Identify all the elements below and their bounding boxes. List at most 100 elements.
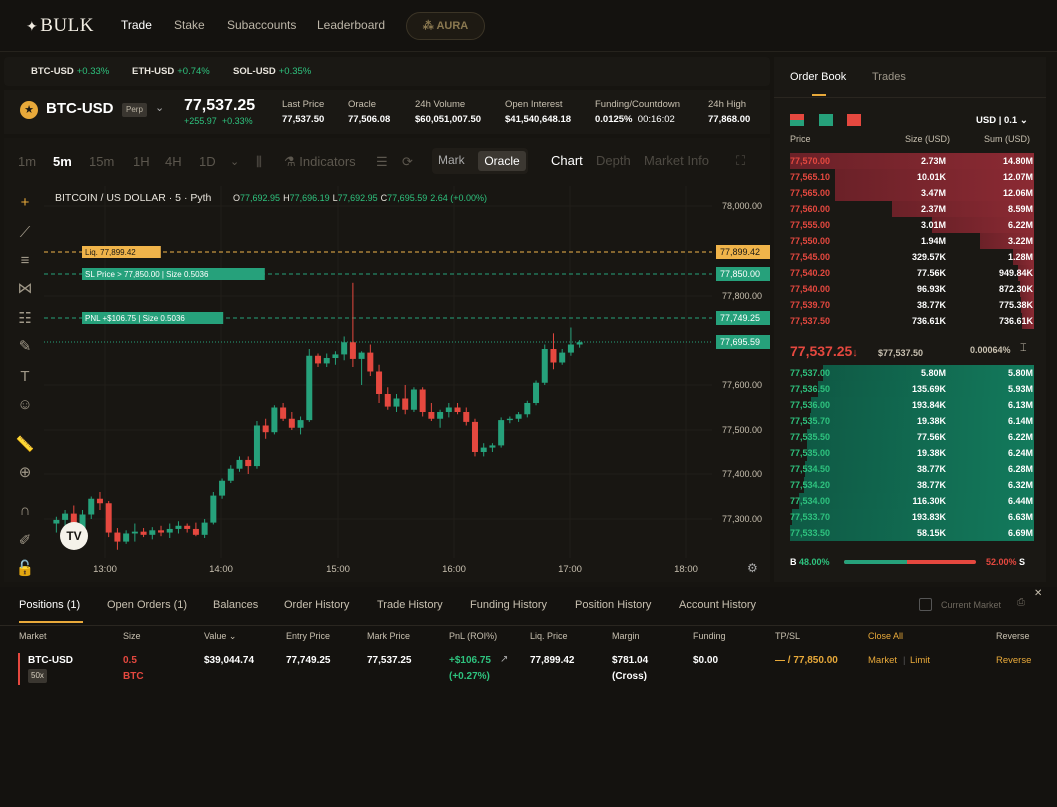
- ruler-icon[interactable]: 📏: [14, 434, 36, 456]
- tf-chevron-icon[interactable]: ⌄: [230, 155, 239, 168]
- tab-positions[interactable]: Positions (1): [19, 599, 80, 611]
- trendline-icon[interactable]: ⟋: [14, 222, 36, 244]
- tf-5m[interactable]: 5m: [53, 154, 72, 169]
- nav-stake[interactable]: Stake: [174, 18, 205, 32]
- close-icon[interactable]: ✕: [1034, 588, 1042, 599]
- close-limit-button[interactable]: Limit: [910, 655, 930, 666]
- nav-subaccounts[interactable]: Subaccounts: [227, 18, 296, 32]
- ask-row[interactable]: 77,539.70 38.77K 775.38K: [790, 297, 1034, 313]
- text-tool-icon[interactable]: T: [14, 366, 36, 388]
- tab-funding-history[interactable]: Funding History: [470, 599, 547, 611]
- tf-1m[interactable]: 1m: [18, 154, 36, 169]
- ask-row[interactable]: 77,540.00 96.93K 872.30K: [790, 281, 1034, 297]
- candle-type-icon[interactable]: ⫼: [256, 154, 262, 170]
- stat-oi-label: Open Interest: [505, 99, 563, 110]
- emoji-icon[interactable]: ☺: [14, 394, 36, 416]
- market-name[interactable]: BTC-USD: [46, 100, 114, 117]
- ask-row[interactable]: 77,565.10 10.01K 12.07M: [790, 169, 1034, 185]
- tf-15m[interactable]: 15m: [89, 154, 114, 169]
- fullscreen-icon[interactable]: ⛶: [736, 153, 745, 169]
- ask-row[interactable]: 77,540.20 77.56K 949.84K: [790, 265, 1034, 281]
- fib-icon[interactable]: ☷: [14, 308, 36, 330]
- ask-row[interactable]: 77,550.00 1.94M 3.22M: [790, 233, 1034, 249]
- mark-button[interactable]: Mark: [438, 153, 465, 167]
- view-chart-tab[interactable]: Chart: [551, 153, 583, 168]
- tab-account-history[interactable]: Account History: [679, 599, 756, 611]
- bid-row[interactable]: 77,537.00 5.80M 5.80M: [790, 365, 1034, 381]
- export-csv-icon[interactable]: ⎙: [1017, 597, 1025, 608]
- tf-1d[interactable]: 1D: [199, 154, 216, 169]
- row-sum: 5.80M: [1007, 368, 1033, 378]
- candle-body: [349, 342, 356, 359]
- tab-trade-history[interactable]: Trade History: [377, 599, 443, 611]
- ticker-eth[interactable]: ETH-USD +0.74%: [132, 66, 210, 77]
- magnet-icon[interactable]: ∩: [14, 500, 36, 522]
- ask-row[interactable]: 77,545.00 329.57K 1.28M: [790, 249, 1034, 265]
- tab-balances[interactable]: Balances: [213, 599, 258, 611]
- oracle-button[interactable]: Oracle: [478, 151, 526, 171]
- pattern-icon[interactable]: ⋈: [14, 278, 36, 300]
- chart-settings-icon[interactable]: ⚙: [747, 561, 758, 575]
- price-chart[interactable]: Liq. 77,899.42 77,899.42 SL Price > 77,850…: [44, 186, 770, 580]
- bid-row[interactable]: 77,533.50 58.15K 6.69M: [790, 525, 1034, 541]
- tab-position-history[interactable]: Position History: [575, 599, 651, 611]
- nav-leaderboard[interactable]: Leaderboard: [317, 18, 385, 32]
- indicators-button[interactable]: ⚗ Indicators: [284, 154, 356, 170]
- lock-draw-icon[interactable]: ✐: [14, 530, 36, 552]
- col-value[interactable]: Value ⌄: [204, 631, 236, 642]
- ask-row[interactable]: 77,565.00 3.47M 12.06M: [790, 185, 1034, 201]
- view-market-info-tab[interactable]: Market Info: [644, 153, 709, 168]
- tab-trades[interactable]: Trades: [872, 71, 906, 83]
- row-size: 135.69K: [911, 384, 946, 394]
- ticker-sol[interactable]: SOL-USD +0.35%: [233, 66, 311, 77]
- horizontal-lines-icon[interactable]: ≡: [14, 250, 36, 272]
- view-bids-icon[interactable]: [819, 114, 833, 126]
- bid-row[interactable]: 77,536.00 193.84K 6.13M: [790, 397, 1034, 413]
- bid-row[interactable]: 77,534.00 116.30K 6.44M: [790, 493, 1034, 509]
- ask-row[interactable]: 77,560.00 2.37M 8.59M: [790, 201, 1034, 217]
- ticker-btc[interactable]: BTC-USD +0.33%: [31, 66, 109, 77]
- ask-row[interactable]: 77,570.00 2.73M 14.80M: [790, 153, 1034, 169]
- share-icon[interactable]: ↗: [500, 654, 508, 665]
- favorite-star-icon[interactable]: ★: [20, 101, 38, 119]
- refresh-icon[interactable]: ⟳: [402, 154, 413, 170]
- bid-row[interactable]: 77,534.50 38.77K 6.28M: [790, 461, 1034, 477]
- price-grouping-select[interactable]: USD | 0.1 ⌄: [976, 115, 1028, 126]
- tab-order-book[interactable]: Order Book: [790, 71, 846, 83]
- position-market[interactable]: BTC-USD: [28, 655, 73, 666]
- candle-body: [393, 398, 400, 407]
- close-market-button[interactable]: Market: [868, 655, 897, 666]
- tab-open-orders[interactable]: Open Orders (1): [107, 599, 187, 611]
- list-icon[interactable]: ☰: [376, 154, 388, 170]
- row-price: 77,555.00: [790, 220, 831, 230]
- bid-row[interactable]: 77,535.70 19.38K 6.14M: [790, 413, 1034, 429]
- bid-row[interactable]: 77,536.50 135.69K 5.93M: [790, 381, 1034, 397]
- view-depth-tab[interactable]: Depth: [596, 153, 631, 168]
- lock-icon[interactable]: 🔓: [14, 558, 36, 580]
- ask-row[interactable]: 77,537.50 736.61K 736.61K: [790, 313, 1034, 329]
- bid-row[interactable]: 77,533.70 193.83K 6.63M: [790, 509, 1034, 525]
- bid-row[interactable]: 77,535.00 19.38K 6.24M: [790, 445, 1034, 461]
- reverse-button[interactable]: Reverse: [996, 655, 1031, 666]
- bid-row[interactable]: 77,534.20 38.77K 6.32M: [790, 477, 1034, 493]
- close-all-button[interactable]: Close All: [868, 631, 903, 641]
- tradingview-logo[interactable]: TV: [60, 522, 88, 550]
- bid-row[interactable]: 77,535.50 77.56K 6.22M: [790, 429, 1034, 445]
- brush-icon[interactable]: ✎: [14, 336, 36, 358]
- tf-1h[interactable]: 1H: [133, 154, 150, 169]
- view-both-icon[interactable]: [790, 114, 804, 126]
- bulk-logo[interactable]: ✦ BULK: [26, 15, 94, 37]
- current-market-checkbox[interactable]: [919, 598, 932, 611]
- tf-4h[interactable]: 4H: [165, 154, 182, 169]
- aura-button[interactable]: ⁂ AURA: [406, 12, 485, 40]
- y-tick-label: 77,800.00: [722, 291, 762, 301]
- position-tpsl[interactable]: — / 77,850.00: [775, 655, 838, 666]
- view-asks-icon[interactable]: [847, 114, 861, 126]
- ask-row[interactable]: 77,555.00 3.01M 6.22M: [790, 217, 1034, 233]
- tab-order-history[interactable]: Order History: [284, 599, 349, 611]
- chevron-down-icon[interactable]: ⌄: [155, 101, 164, 114]
- zoom-in-icon[interactable]: ⊕: [14, 462, 36, 484]
- spread-toggle-icon[interactable]: ⌶: [1020, 342, 1027, 355]
- crosshair-icon[interactable]: +: [14, 192, 36, 214]
- nav-trade[interactable]: Trade: [121, 18, 152, 32]
